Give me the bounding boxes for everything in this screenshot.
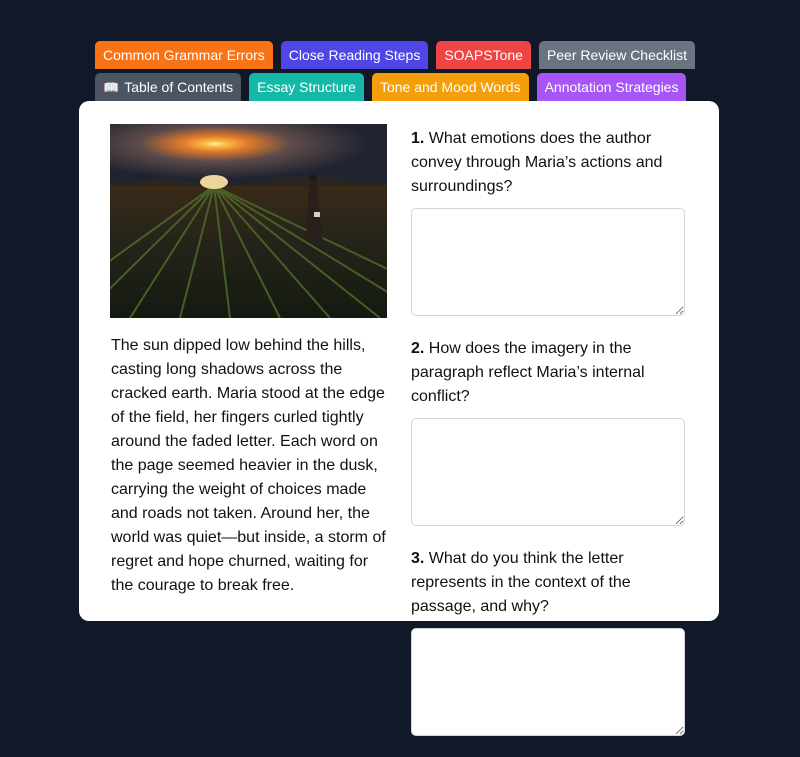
question-text: How does the imagery in the paragraph re… <box>411 340 645 405</box>
tab-peer-review-checklist[interactable]: Peer Review Checklist <box>538 41 695 69</box>
question-number: 2. <box>411 340 425 357</box>
sunset-field-image <box>110 124 387 318</box>
question-list: 1. What emotions does the author convey … <box>411 127 687 757</box>
tab-label: Table of Contents <box>124 79 234 95</box>
question-2: 2. How does the imagery in the paragraph… <box>411 337 687 409</box>
question-text: What do you think the letter represents … <box>411 550 631 615</box>
passage-image <box>110 124 387 318</box>
reading-card: The sun dipped low behind the hills, cas… <box>79 101 719 736</box>
tab-tone-and-mood-words[interactable]: Tone and Mood Words <box>371 73 529 101</box>
question-1: 1. What emotions does the author convey … <box>411 127 687 199</box>
tab-annotation-strategies[interactable]: Annotation Strategies <box>536 73 687 101</box>
question-3: 3. What do you think the letter represen… <box>411 547 687 619</box>
question-text: What emotions does the author convey thr… <box>411 130 663 195</box>
tab-row-2: 📖 Table of Contents Essay Structure Tone … <box>95 73 715 101</box>
answer-1-field[interactable] <box>411 208 685 316</box>
tab-table-of-contents[interactable]: 📖 Table of Contents <box>95 73 242 101</box>
answer-3-field[interactable] <box>411 628 685 736</box>
tab-essay-structure[interactable]: Essay Structure <box>249 73 364 101</box>
reading-passage: The sun dipped low behind the hills, cas… <box>111 337 386 594</box>
tab-close-reading-steps[interactable]: Close Reading Steps <box>280 41 429 69</box>
answer-2-field[interactable] <box>411 418 685 526</box>
tab-row-1: Common Grammar Errors Close Reading Step… <box>95 41 715 69</box>
book-icon: 📖 <box>103 80 120 95</box>
resource-tabs: Common Grammar Errors Close Reading Step… <box>95 41 715 105</box>
question-number: 3. <box>411 550 425 567</box>
question-number: 1. <box>411 130 425 147</box>
tab-soapstone[interactable]: SOAPSTone <box>436 41 531 69</box>
tab-common-grammar-errors[interactable]: Common Grammar Errors <box>95 41 273 69</box>
